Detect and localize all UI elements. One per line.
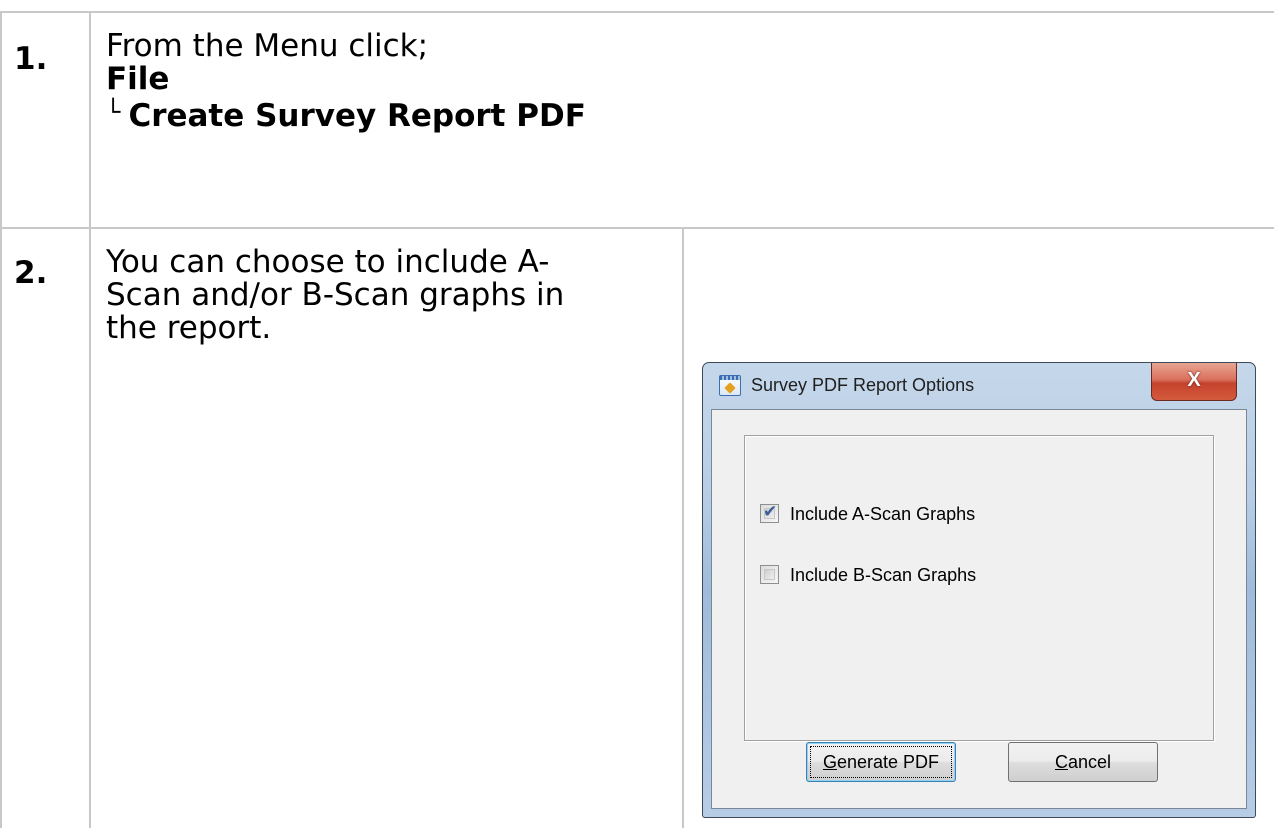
submenu-label: Create Survey Report PDF	[128, 98, 586, 134]
generate-pdf-button[interactable]: Generate PDF	[806, 742, 956, 782]
app-icon	[719, 375, 741, 396]
step-2-line-3: the report.	[106, 310, 272, 346]
dialog-title: Survey PDF Report Options	[751, 375, 975, 395]
close-icon: X	[1187, 369, 1201, 391]
focus-rectangle	[810, 746, 952, 778]
step-1-text: From the Menu click; File └ Create Survey…	[106, 30, 1256, 133]
include-a-scan-label[interactable]: Include A-Scan Graphs	[790, 504, 975, 525]
step-1-instruction: From the Menu click;	[106, 28, 429, 64]
cancel-button-label: ancel	[1067, 752, 1112, 772]
submenu-corner-icon: └	[106, 98, 121, 126]
checkmark-icon: ✔	[763, 502, 778, 522]
include-b-scan-label[interactable]: Include B-Scan Graphs	[790, 565, 976, 586]
include-a-scan-checkbox[interactable]: ✔	[760, 502, 779, 523]
step-2-text: You can choose to include A- Scan and/or…	[106, 246, 676, 345]
table-row-divider	[0, 227, 1274, 229]
table-border-left	[0, 11, 2, 828]
close-button[interactable]: X	[1151, 363, 1237, 401]
menu-file-label: File	[106, 61, 170, 97]
cancel-accelerator: C	[1054, 752, 1068, 772]
step-2-number: 2.	[14, 255, 48, 291]
table-border-top	[0, 11, 1274, 13]
step-1-number: 1.	[14, 41, 48, 77]
dialog-client-area: ✔ Include A-Scan Graphs Include B-Scan G…	[711, 409, 1247, 809]
include-b-scan-checkbox[interactable]	[760, 565, 779, 584]
options-group-box	[744, 435, 1214, 741]
table-column-divider	[89, 11, 91, 828]
menu-create-survey-report-pdf: └ Create Survey Report PDF	[106, 96, 1256, 133]
survey-pdf-report-options-dialog: Survey PDF Report Options X ✔ Include A-…	[702, 362, 1256, 818]
table-inner-column-divider	[682, 227, 684, 828]
cancel-button[interactable]: Cancel	[1008, 742, 1158, 782]
step-2-line-2: Scan and/or B-Scan graphs in	[106, 277, 565, 313]
dialog-titlebar[interactable]: Survey PDF Report Options X	[703, 363, 1255, 409]
step-2-line-1: You can choose to include A-	[106, 244, 550, 280]
